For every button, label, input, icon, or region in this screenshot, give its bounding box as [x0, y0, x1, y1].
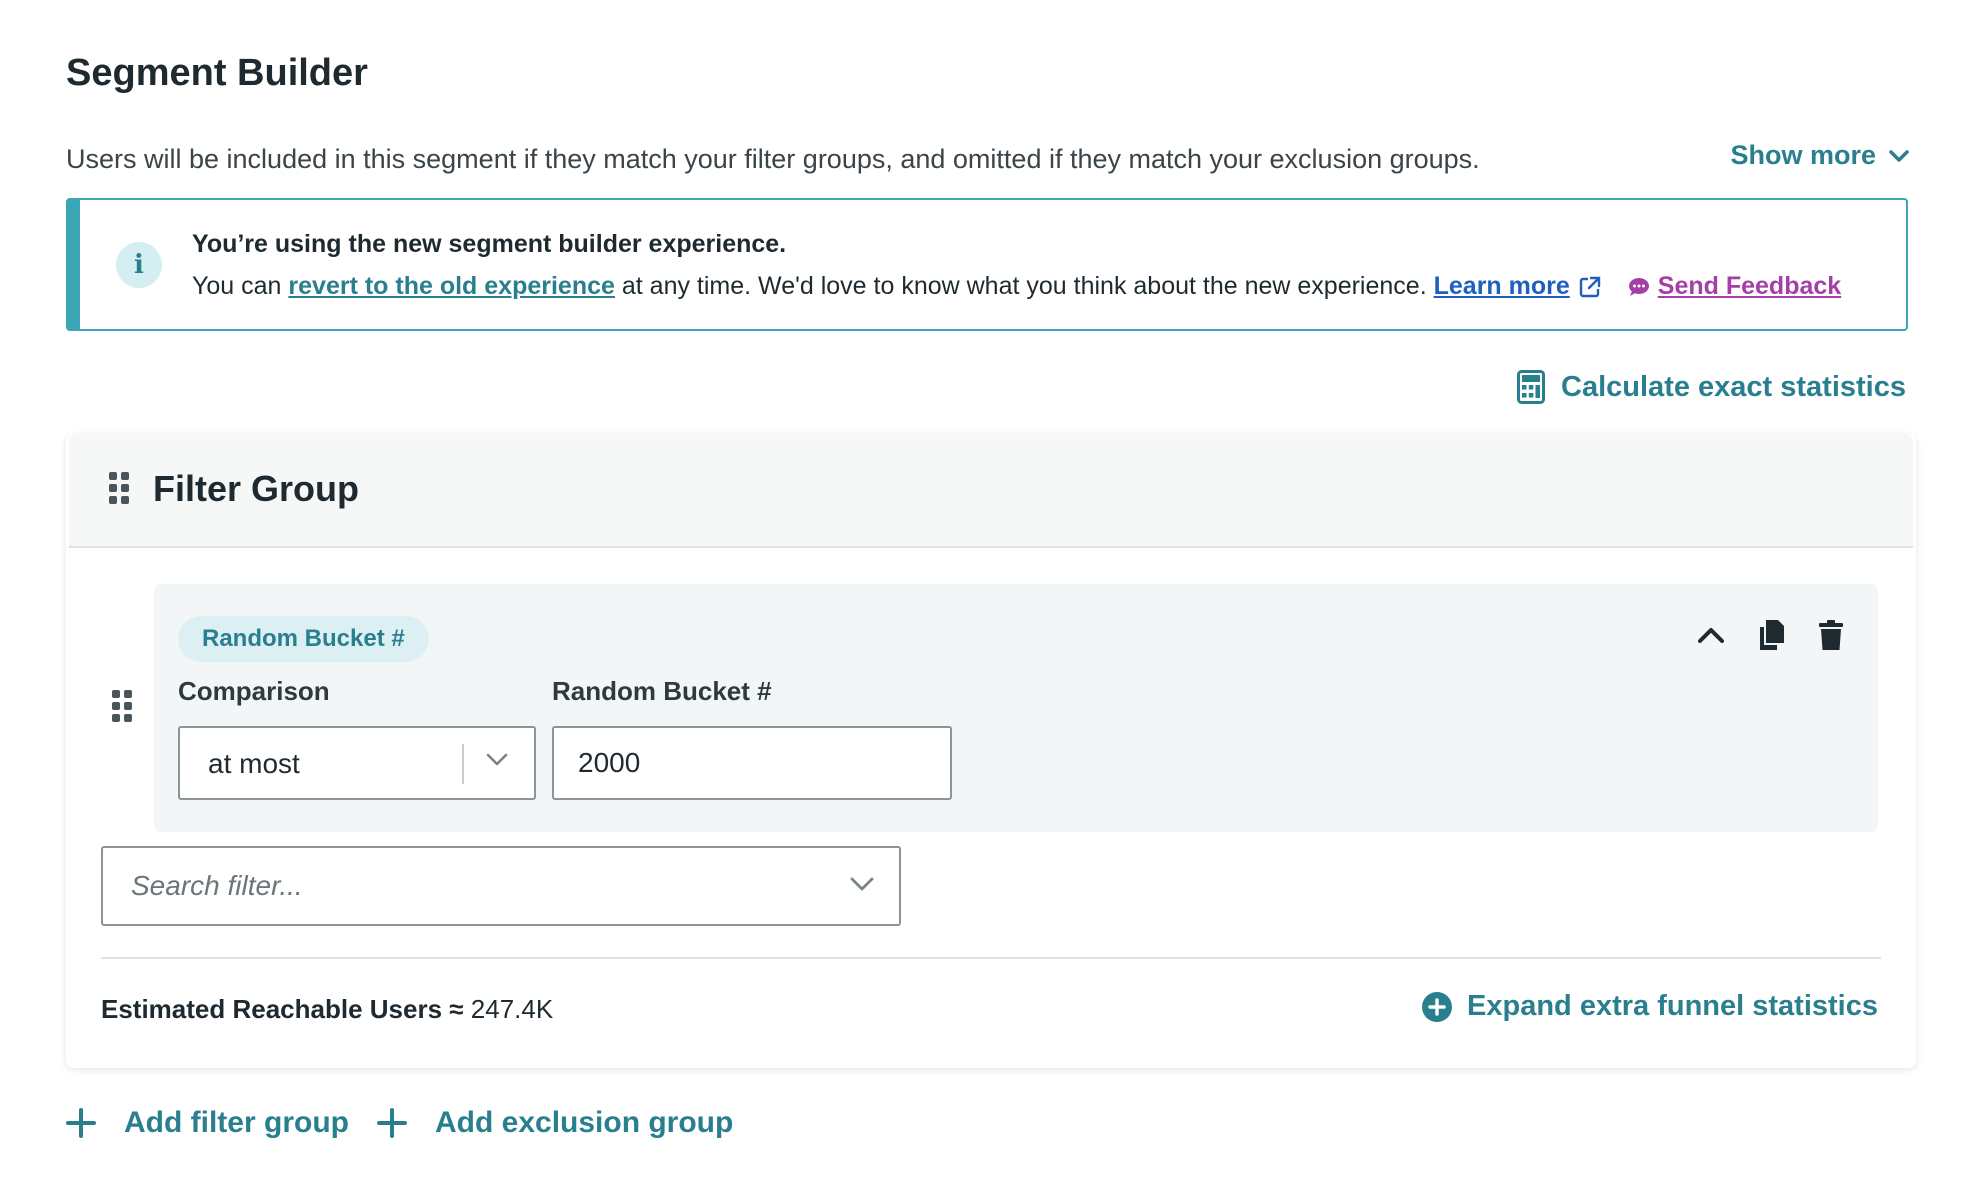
- info-icon: i: [116, 242, 162, 288]
- show-more-button[interactable]: Show more: [1730, 140, 1910, 171]
- comparison-value: at most: [208, 748, 300, 779]
- add-filter-group-label: Add filter group: [124, 1106, 349, 1139]
- filter-chip: Random Bucket #: [178, 616, 429, 662]
- filter-condition: Random Bucket # Comparison Random Bucket…: [154, 584, 1878, 832]
- add-filter-group-button[interactable]: Add filter group: [66, 1106, 349, 1140]
- info-banner: i You’re using the new segment builder e…: [66, 198, 1908, 331]
- add-exclusion-group-label: Add exclusion group: [434, 1106, 734, 1139]
- page-description: Users will be included in this segment i…: [66, 144, 1480, 174]
- plus-circle-icon: [1422, 991, 1453, 1022]
- chevron-down-icon: [1889, 149, 1909, 162]
- banner-middle: at any time. We'd love to know what you …: [621, 272, 1427, 300]
- chat-bubble-icon: [1628, 277, 1649, 296]
- filter-group-header: Filter Group: [69, 434, 1913, 548]
- calculate-label: Calculate exact statistics: [1561, 370, 1906, 403]
- banner-title: You’re using the new segment builder exp…: [192, 230, 787, 258]
- condition-actions: [1696, 618, 1846, 652]
- page-title: Segment Builder: [66, 52, 368, 94]
- card-divider: [101, 957, 1881, 959]
- external-link-icon: [1578, 275, 1602, 299]
- comparison-label: Comparison: [178, 676, 330, 706]
- add-exclusion-group-button[interactable]: Add exclusion group: [376, 1106, 734, 1140]
- segment-builder-page: Segment Builder Users will be included i…: [0, 0, 1974, 1180]
- filter-group-title: Filter Group: [153, 468, 359, 509]
- send-feedback-label: Send Feedback: [1657, 272, 1842, 300]
- send-feedback-link[interactable]: Send Feedback: [1628, 272, 1841, 301]
- collapse-button[interactable]: [1696, 618, 1726, 652]
- value-label: Random Bucket #: [552, 676, 772, 706]
- plus-icon: [376, 1108, 407, 1138]
- condition-drag-handle-icon[interactable]: [112, 690, 132, 722]
- trash-icon: [1819, 620, 1843, 650]
- calculate-statistics-button[interactable]: Calculate exact statistics: [1517, 370, 1906, 404]
- filter-group-card: Filter Group Random Bucket # Comparison …: [66, 434, 1916, 1068]
- learn-more-link[interactable]: Learn more: [1434, 272, 1570, 301]
- expand-label: Expand extra funnel statistics: [1467, 990, 1878, 1022]
- select-separator: [462, 744, 464, 784]
- chevron-down-icon: [486, 753, 508, 766]
- drag-handle-icon[interactable]: [109, 472, 129, 504]
- banner-body: You can revert to the old experience at …: [192, 272, 1841, 301]
- delete-button[interactable]: [1816, 618, 1846, 652]
- bucket-value-input[interactable]: 2000: [552, 726, 952, 800]
- expand-funnel-button[interactable]: Expand extra funnel statistics: [1421, 990, 1878, 1023]
- duplicate-button[interactable]: [1756, 618, 1786, 652]
- chevron-up-icon: [1698, 628, 1724, 643]
- plus-icon: [66, 1108, 96, 1138]
- comparison-select[interactable]: at most: [178, 726, 536, 800]
- banner-prefix: You can: [192, 272, 282, 300]
- calculator-icon: [1517, 370, 1546, 404]
- bottom-actions: Add filter group Add exclusion group: [66, 1106, 733, 1140]
- estimate-label: Estimated Reachable Users ≈: [101, 994, 464, 1024]
- revert-link[interactable]: revert to the old experience: [288, 272, 615, 301]
- copy-icon: [1760, 620, 1784, 650]
- estimate-value: 247.4K: [470, 994, 554, 1024]
- estimated-users: Estimated Reachable Users ≈ 247.4K: [101, 994, 553, 1025]
- search-filter-select[interactable]: Search filter...: [101, 846, 901, 926]
- chevron-down-icon: [850, 877, 874, 891]
- show-more-label: Show more: [1730, 140, 1876, 170]
- search-filter-placeholder: Search filter...: [131, 870, 303, 901]
